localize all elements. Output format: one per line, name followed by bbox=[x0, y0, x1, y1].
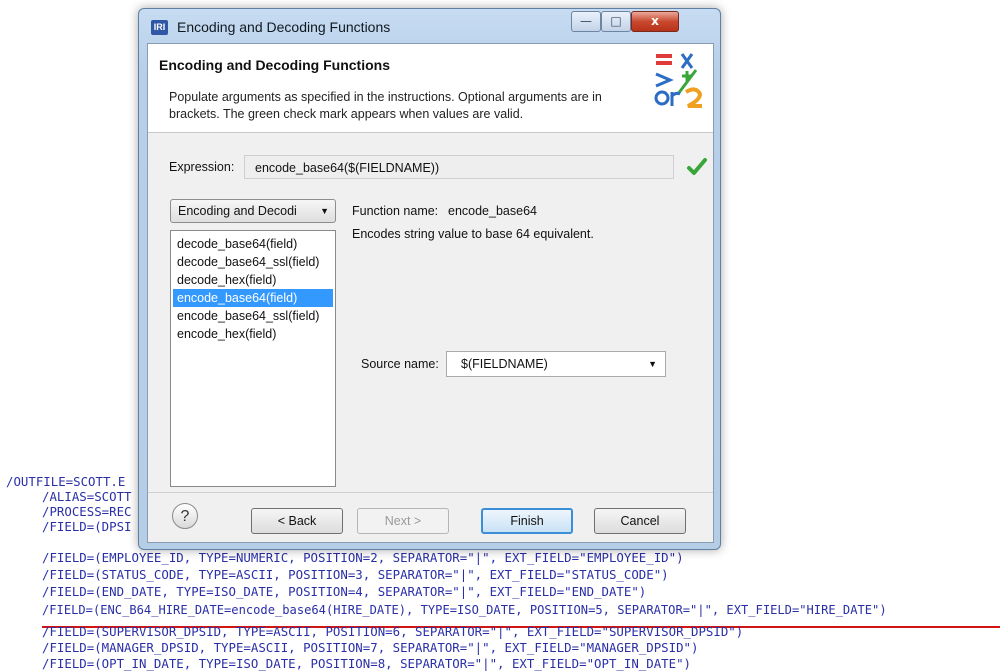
function-list-item[interactable]: decode_hex(field) bbox=[173, 271, 333, 289]
header-title: Encoding and Decoding Functions bbox=[159, 57, 390, 73]
chevron-down-icon: ▼ bbox=[648, 359, 657, 369]
code-line: /FIELD=(SUPERVISOR_DPSID, TYPE=ASCII, PO… bbox=[42, 624, 744, 639]
next-button[interactable]: Next > bbox=[357, 508, 449, 534]
code-line: /FIELD=(DPSI bbox=[42, 519, 132, 534]
function-category-dropdown[interactable]: Encoding and Decodi ▼ bbox=[170, 199, 336, 223]
wizard-header: Encoding and Decoding Functions Populate… bbox=[148, 44, 713, 133]
code-line: /FIELD=(STATUS_CODE, TYPE=ASCII, POSITIO… bbox=[42, 567, 669, 582]
function-list-item[interactable]: encode_base64_ssl(field) bbox=[173, 307, 333, 325]
code-line: /ALIAS=SCOTT bbox=[42, 489, 132, 504]
header-description: Populate arguments as specified in the i… bbox=[169, 90, 602, 121]
code-line: /PROCESS=REC bbox=[42, 504, 132, 519]
function-name-label: Function name: bbox=[352, 204, 439, 218]
back-button[interactable]: < Back bbox=[251, 508, 343, 534]
iri-app-icon: IRI bbox=[151, 20, 168, 35]
close-button[interactable]: x bbox=[631, 11, 679, 32]
code-line: /FIELD=(END_DATE, TYPE=ISO_DATE, POSITIO… bbox=[42, 584, 647, 599]
chevron-down-icon: ▼ bbox=[320, 206, 329, 216]
title-bar[interactable]: IRI Encoding and Decoding Functions — □ … bbox=[139, 9, 720, 43]
source-selected-value: $(FIELDNAME) bbox=[461, 357, 548, 371]
minimize-button[interactable]: — bbox=[571, 11, 601, 32]
function-list[interactable]: decode_base64(field) decode_base64_ssl(f… bbox=[170, 230, 336, 487]
function-description: Encodes string value to base 64 equivale… bbox=[352, 227, 594, 241]
code-line: /FIELD=(EMPLOYEE_ID, TYPE=NUMERIC, POSIT… bbox=[42, 550, 684, 565]
code-line: /OUTFILE=SCOTT.E bbox=[6, 474, 126, 489]
help-button[interactable]: ? bbox=[172, 503, 198, 529]
footer-divider bbox=[148, 492, 713, 493]
function-symbols-logo-icon bbox=[654, 53, 703, 108]
maximize-button[interactable]: □ bbox=[601, 11, 631, 32]
dialog-content: Encoding and Decoding Functions Populate… bbox=[147, 43, 714, 543]
code-line: /FIELD=(MANAGER_DPSID, TYPE=ASCII, POSIT… bbox=[42, 640, 699, 655]
function-list-item[interactable]: decode_base64_ssl(field) bbox=[173, 253, 333, 271]
finish-button[interactable]: Finish bbox=[481, 508, 573, 534]
function-list-item[interactable]: encode_hex(field) bbox=[173, 325, 333, 343]
source-name-dropdown[interactable]: $(FIELDNAME) ▼ bbox=[446, 351, 666, 377]
function-list-item-selected[interactable]: encode_base64(field) bbox=[173, 289, 333, 307]
expression-field[interactable]: encode_base64($(FIELDNAME)) bbox=[244, 155, 674, 179]
category-selected-value: Encoding and Decodi bbox=[178, 204, 297, 218]
source-name-label: Source name: bbox=[361, 357, 439, 371]
window-title: Encoding and Decoding Functions bbox=[177, 19, 391, 35]
code-line-highlighted: /FIELD=(ENC_B64_HIRE_DATE=encode_base64(… bbox=[42, 603, 887, 617]
expression-label: Expression: bbox=[169, 160, 235, 174]
function-list-item[interactable]: decode_base64(field) bbox=[173, 235, 333, 253]
encoding-decoding-dialog: IRI Encoding and Decoding Functions — □ … bbox=[138, 8, 721, 550]
green-check-icon bbox=[687, 158, 707, 175]
function-name-value: encode_base64 bbox=[448, 204, 537, 218]
cancel-button[interactable]: Cancel bbox=[594, 508, 686, 534]
